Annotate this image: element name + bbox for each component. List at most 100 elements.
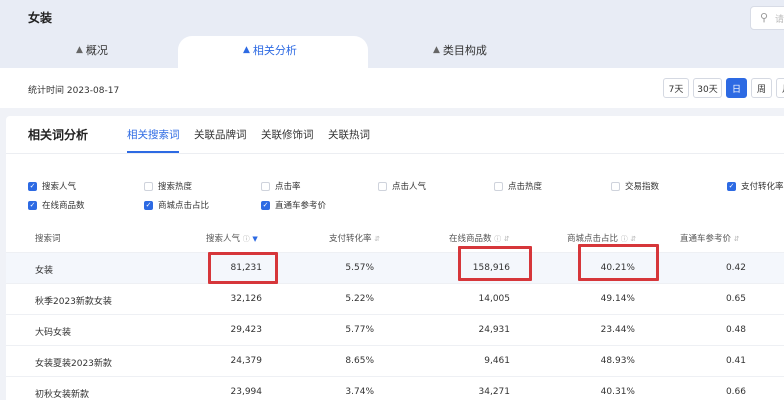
header-card: 女装 ⚲ 请 ▲ 概况 ▲ 相关分析 ▲ 类目构成 统计时间 2023-08-1… (0, 0, 784, 108)
column-header-payment-conversion[interactable]: 支付转化率 ⇵ (329, 232, 380, 244)
table-row[interactable]: 秋季2023新款女装 32,126 5.22% 14,005 49.14% 0.… (6, 283, 784, 314)
sort-desc-icon[interactable]: ▼ (252, 235, 257, 243)
cell-online-products: 24,931 (478, 325, 511, 335)
cell-payment-conversion: 5.22% (345, 294, 374, 304)
metric-label: 在线商品数 (42, 201, 85, 211)
cell-search-term: 女装夏装2023新款 (35, 359, 112, 369)
table-row[interactable]: 初秋女装新款 23,994 3.74% 34,271 40.31% 0.66 (6, 376, 784, 400)
cell-search-term: 女装 (35, 266, 54, 276)
metric-checkbox-click-popularity[interactable]: 点击人气 (378, 180, 426, 192)
cell-search-popularity: 32,126 (230, 294, 263, 304)
sort-icon[interactable]: ⇵ (504, 235, 510, 243)
tab-label: 类目构成 (442, 44, 487, 57)
cell-mall-click-ratio: 23.44% (600, 325, 635, 335)
lock-icon: ▲ (433, 45, 440, 55)
table-row[interactable]: 女装 81,231 5.57% 158,916 40.21% 0.42 (6, 252, 784, 283)
period-month[interactable]: 月 (776, 78, 784, 98)
column-header-label: 直通车参考价 (680, 234, 732, 244)
section-title: 相关词分析 (28, 128, 89, 142)
metric-label: 搜索人气 (42, 182, 77, 192)
metric-label: 直通车参考价 (275, 201, 327, 211)
checkbox-box (261, 181, 270, 191)
cell-search-term: 大码女装 (35, 328, 72, 338)
search-input[interactable]: ⚲ 请 (750, 6, 784, 30)
tab-overview[interactable]: ▲ 概况 (76, 42, 108, 58)
cell-search-term: 初秋女装新款 (35, 390, 90, 400)
sort-icon[interactable]: ⇵ (734, 235, 740, 243)
cell-ztc-price: 0.65 (725, 294, 746, 304)
metric-checkbox-mall-click-ratio[interactable]: ✓ 商城点击占比 (144, 199, 209, 211)
cell-online-products: 9,461 (484, 356, 510, 366)
checkbox-box (494, 181, 503, 191)
highlight-box-mall-click-ratio (578, 244, 659, 281)
tab-brand-words[interactable]: 关联品牌词 (194, 127, 247, 142)
metric-label: 支付转化率 (741, 182, 784, 192)
tab-hot-words[interactable]: 关联热词 (328, 127, 370, 142)
cell-payment-conversion: 8.65% (345, 356, 374, 366)
checkbox-box (611, 181, 620, 191)
search-placeholder: 请 (775, 15, 784, 25)
check-icon: ✓ (144, 200, 153, 210)
metric-checkbox-payment-conversion[interactable]: ✓ 支付转化率 (727, 180, 784, 192)
metric-label: 点击率 (275, 182, 301, 192)
search-icon: ⚲ (760, 11, 769, 24)
cell-mall-click-ratio: 49.14% (600, 294, 635, 304)
cell-mall-click-ratio: 48.93% (600, 356, 635, 366)
column-header-search-popularity[interactable]: 搜索人气 ⓘ ▼ (206, 232, 258, 244)
help-icon[interactable]: ⓘ (621, 235, 628, 243)
column-header-online-products[interactable]: 在线商品数 ⓘ ⇵ (449, 232, 510, 244)
divider (6, 153, 784, 154)
checkbox-box (144, 181, 153, 191)
metric-label: 交易指数 (625, 182, 660, 192)
cell-online-products: 34,271 (478, 387, 511, 397)
period-day[interactable]: 日 (726, 78, 747, 98)
cell-online-products: 14,005 (478, 294, 511, 304)
period-30-days[interactable]: 30天 (693, 78, 722, 98)
tab-label: 概况 (85, 44, 108, 57)
stat-time: 统计时间 2023-08-17 (28, 86, 120, 96)
check-icon: ✓ (261, 200, 270, 210)
column-header-label: 支付转化率 (329, 234, 372, 244)
metric-checkbox-trade-index[interactable]: 交易指数 (611, 180, 659, 192)
help-icon[interactable]: ⓘ (243, 235, 250, 243)
column-header-ztc-price[interactable]: 直通车参考价 ⇵ (680, 232, 740, 244)
cell-ztc-price: 0.42 (725, 263, 746, 273)
period-week[interactable]: 周 (751, 78, 772, 98)
tab-modifier-words[interactable]: 关联修饰词 (261, 127, 314, 142)
table-row[interactable]: 大码女装 29,423 5.77% 24,931 23.44% 0.48 (6, 314, 784, 345)
metric-label: 点击热度 (508, 182, 543, 192)
tab-label: 相关分析 (252, 44, 297, 57)
check-icon: ✓ (727, 181, 736, 191)
lock-icon: ▲ (243, 45, 250, 55)
cell-search-term: 秋季2023新款女装 (35, 297, 112, 307)
column-header-label: 搜索人气 (206, 234, 241, 244)
cell-mall-click-ratio: 40.31% (600, 387, 635, 397)
highlight-box-online-products (458, 246, 532, 281)
column-header-label: 商城点击占比 (567, 234, 619, 244)
metric-checkbox-ztc-price[interactable]: ✓ 直通车参考价 (261, 199, 326, 211)
lock-icon: ▲ (76, 45, 83, 55)
column-header-label: 在线商品数 (449, 234, 492, 244)
metric-checkbox-ctr[interactable]: 点击率 (261, 180, 301, 192)
tab-related-search-words[interactable]: 相关搜索词 (127, 127, 180, 142)
cell-payment-conversion: 3.74% (345, 387, 374, 397)
sort-icon[interactable]: ⇵ (374, 235, 380, 243)
metric-checkbox-online-products[interactable]: ✓ 在线商品数 (28, 199, 85, 211)
period-7-days[interactable]: 7天 (663, 78, 689, 98)
metric-checkbox-search-popularity[interactable]: ✓ 搜索人气 (28, 180, 76, 192)
cell-ztc-price: 0.41 (725, 356, 746, 366)
header-band (0, 0, 784, 68)
metric-label: 点击人气 (392, 182, 427, 192)
help-icon[interactable]: ⓘ (494, 235, 501, 243)
metric-checkbox-click-heat[interactable]: 点击热度 (494, 180, 542, 192)
category-title: 女装 (28, 11, 53, 25)
metric-checkbox-search-heat[interactable]: 搜索热度 (144, 180, 192, 192)
tab-related-analysis[interactable]: ▲ 相关分析 (243, 42, 297, 58)
cell-ztc-price: 0.66 (725, 387, 746, 397)
table-row[interactable]: 女装夏装2023新款 24,379 8.65% 9,461 48.93% 0.4… (6, 345, 784, 376)
tab-category-composition[interactable]: ▲ 类目构成 (433, 42, 487, 58)
metric-label: 商城点击占比 (158, 201, 210, 211)
sort-icon[interactable]: ⇵ (630, 235, 636, 243)
column-header-mall-click-ratio[interactable]: 商城点击占比 ⓘ ⇵ (567, 232, 636, 244)
check-icon: ✓ (28, 181, 37, 191)
